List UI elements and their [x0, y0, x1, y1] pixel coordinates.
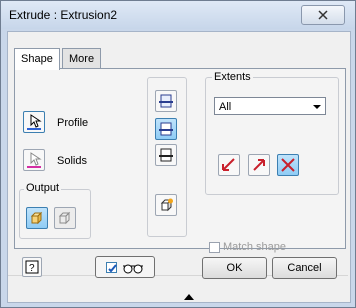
solid-box-icon	[30, 211, 43, 225]
preview-toggle[interactable]	[95, 256, 155, 278]
direction-1-button[interactable]	[218, 154, 240, 176]
cut-button[interactable]	[155, 118, 177, 140]
tab-shape[interactable]: Shape	[14, 48, 60, 70]
title-bar[interactable]: Extrude : Extrusion2	[1, 1, 355, 29]
solids-label: Solids	[57, 155, 87, 167]
intersect-icon	[159, 148, 173, 162]
help-icon: ?	[25, 260, 39, 274]
match-shape-checkbox[interactable]	[209, 242, 220, 253]
preview-glasses-icon	[122, 264, 143, 274]
new-solid-button[interactable]	[155, 194, 177, 216]
join-button[interactable]	[155, 90, 177, 112]
symmetric-button[interactable]	[277, 154, 299, 176]
output-group: Output	[19, 182, 91, 239]
operation-group	[147, 77, 187, 237]
tab-more[interactable]: More	[62, 48, 102, 69]
expand-arrow-icon[interactable]	[184, 294, 194, 300]
extrude-dialog: Extrude : Extrusion2 Shape More Profile	[0, 0, 356, 308]
output-surface-button[interactable]	[54, 207, 76, 229]
svg-text:?: ?	[29, 263, 35, 274]
ok-button[interactable]: OK	[202, 257, 267, 279]
help-button[interactable]: ?	[22, 257, 42, 277]
dialog-title: Extrude : Extrusion2	[9, 8, 118, 22]
solids-button[interactable]	[23, 149, 45, 171]
direction-2-button[interactable]	[248, 154, 270, 176]
profile-label: Profile	[57, 117, 89, 129]
check-icon	[107, 263, 117, 272]
direction-1-icon	[222, 158, 235, 171]
profile-select-icon	[27, 114, 42, 130]
profile-button[interactable]	[23, 111, 45, 133]
join-icon	[159, 94, 173, 108]
extents-group: Extents All	[205, 71, 339, 195]
extents-selected-value: All	[219, 101, 232, 113]
surface-box-icon	[58, 211, 71, 225]
solids-select-icon	[27, 152, 42, 168]
close-button[interactable]	[301, 5, 345, 25]
close-icon	[318, 10, 328, 20]
cut-icon	[159, 122, 173, 136]
new-solid-icon	[160, 198, 173, 212]
output-group-title: Output	[24, 182, 62, 194]
dialog-client: Shape More Profile Solids Output Extents…	[7, 31, 351, 303]
cancel-button[interactable]: Cancel	[272, 257, 337, 279]
shape-tab-panel: Profile Solids Output Extents All Match …	[14, 68, 346, 253]
preview-checkbox[interactable]	[105, 261, 117, 273]
chevron-down-icon	[313, 105, 321, 109]
extents-dropdown[interactable]: All	[214, 97, 326, 115]
intersect-button[interactable]	[155, 144, 177, 166]
match-shape-label: Match shape	[223, 241, 286, 253]
direction-2-icon	[253, 159, 265, 171]
extents-group-title: Extents	[212, 71, 253, 83]
output-solid-button[interactable]	[26, 207, 48, 229]
symmetric-direction-icon	[281, 158, 295, 172]
